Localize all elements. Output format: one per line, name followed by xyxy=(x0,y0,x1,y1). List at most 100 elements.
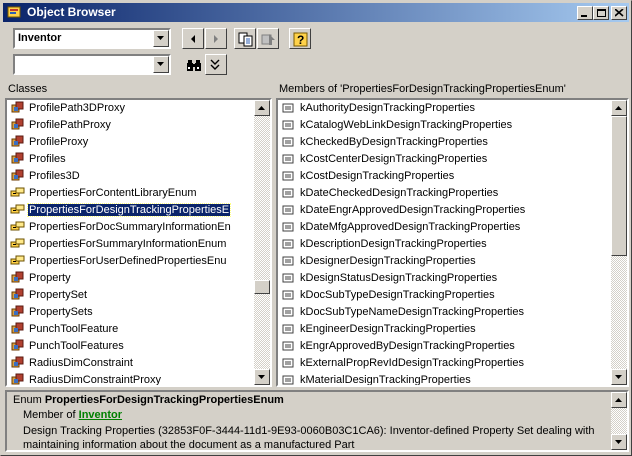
scroll-down-button[interactable] xyxy=(254,369,270,385)
member-list-item[interactable]: kCostDesignTrackingProperties xyxy=(278,168,611,185)
class-icon xyxy=(10,135,26,149)
maximize-button[interactable] xyxy=(593,6,609,20)
search-button[interactable] xyxy=(182,54,204,75)
scroll-up-button[interactable] xyxy=(611,392,627,408)
scroll-down-button[interactable] xyxy=(611,369,627,385)
class-list-item-label: Profiles xyxy=(29,153,66,165)
member-list-item[interactable]: kDesignerDesignTrackingProperties xyxy=(278,253,611,270)
class-icon xyxy=(10,288,26,302)
member-list-item-label: kDateEngrApprovedDesignTrackingPropertie… xyxy=(300,204,526,216)
class-list-item[interactable]: Profiles3D xyxy=(7,168,254,185)
close-icon xyxy=(615,9,624,17)
library-dropdown-value: Inventor xyxy=(18,32,62,44)
member-list-item[interactable]: kMaterialDesignTrackingProperties xyxy=(278,372,611,385)
details-pane: Enum PropertiesForDesignTrackingProperti… xyxy=(5,390,629,452)
class-list-item-label: RadiusDimConstraintProxy xyxy=(29,374,162,385)
class-list-item[interactable]: PunchToolFeature xyxy=(7,321,254,338)
scroll-down-button[interactable] xyxy=(611,434,627,450)
class-icon xyxy=(10,118,26,132)
member-list-item-label: kCostDesignTrackingProperties xyxy=(300,170,455,182)
member-list-item-label: kDateMfgApprovedDesignTrackingProperties xyxy=(300,221,521,233)
class-list-item-label: PropertiesForDesignTrackingPropertiesE xyxy=(26,203,232,217)
class-list-item[interactable]: RadiusDimConstraintProxy xyxy=(7,372,254,385)
library-dropdown-button[interactable] xyxy=(153,30,169,47)
class-list-item[interactable]: PropertiesForSummaryInformationEnum xyxy=(7,236,254,253)
member-list-item[interactable]: kDocSubTypeNameDesignTrackingProperties xyxy=(278,304,611,321)
member-list-item[interactable]: kExternalPropRevIdDesignTrackingProperti… xyxy=(278,355,611,372)
class-list-item[interactable]: Property xyxy=(7,270,254,287)
member-list-item[interactable]: kEngineerDesignTrackingProperties xyxy=(278,321,611,338)
library-dropdown[interactable]: Inventor xyxy=(13,28,171,49)
details-member-of-link[interactable]: Inventor xyxy=(79,409,122,421)
class-list-item[interactable]: PropertiesForDesignTrackingPropertiesE xyxy=(7,202,254,219)
members-list[interactable]: kAuthorityDesignTrackingProperties kCatal… xyxy=(276,98,629,387)
chevron-down-icon xyxy=(615,440,622,444)
member-list-item[interactable]: kCostCenterDesignTrackingProperties xyxy=(278,151,611,168)
member-list-item-label: kEngineerDesignTrackingProperties xyxy=(300,323,476,335)
class-list-item[interactable]: Profiles xyxy=(7,151,254,168)
member-list-item-label: kCostCenterDesignTrackingProperties xyxy=(300,153,488,165)
go-forward-button[interactable] xyxy=(205,28,227,49)
enum-member-icon xyxy=(281,169,297,183)
class-list-item[interactable]: RadiusDimConstraint xyxy=(7,355,254,372)
scroll-thumb[interactable] xyxy=(611,116,627,256)
scroll-up-button[interactable] xyxy=(254,100,270,116)
class-list-item[interactable]: ProfileProxy xyxy=(7,134,254,151)
view-definition-button[interactable] xyxy=(257,28,279,49)
scroll-thumb[interactable] xyxy=(254,280,270,294)
class-icon xyxy=(10,152,26,166)
class-list-item-label: ProfileProxy xyxy=(29,136,89,148)
go-back-button[interactable] xyxy=(182,28,204,49)
details-scrollbar[interactable] xyxy=(611,392,627,450)
class-list-item[interactable]: PropertySet xyxy=(7,287,254,304)
member-list-item[interactable]: kDateMfgApprovedDesignTrackingProperties xyxy=(278,219,611,236)
minimize-button[interactable] xyxy=(577,6,593,20)
enum-member-icon xyxy=(281,220,297,234)
chevron-up-icon xyxy=(258,106,265,110)
class-list-item[interactable]: PunchToolFeatures xyxy=(7,338,254,355)
show-search-results-button[interactable] xyxy=(205,54,227,75)
member-list-item[interactable]: kDocSubTypeDesignTrackingProperties xyxy=(278,287,611,304)
copy-icon xyxy=(238,32,253,47)
member-list-item-label: kAuthorityDesignTrackingProperties xyxy=(300,102,476,114)
search-dropdown[interactable] xyxy=(13,54,171,75)
member-list-item[interactable]: kEngrApprovedByDesignTrackingProperties xyxy=(278,338,611,355)
object-browser-window: Object Browser Inventor ? Classes Profil… xyxy=(0,0,632,456)
class-list-item[interactable]: ProfilePathProxy xyxy=(7,117,254,134)
enum-icon xyxy=(10,237,26,251)
details-description: Design Tracking Properties (32853F0F-344… xyxy=(23,425,595,451)
class-list-item[interactable]: PropertiesForContentLibraryEnum xyxy=(7,185,254,202)
member-list-item-label: kDesignerDesignTrackingProperties xyxy=(300,255,476,267)
class-list-item[interactable]: PropertiesForDocSummaryInformationEn xyxy=(7,219,254,236)
classes-list[interactable]: ProfilePath3DProxy ProfilePathProxy Profil… xyxy=(5,98,272,387)
enum-member-icon xyxy=(281,305,297,319)
member-list-item[interactable]: kCatalogWebLinkDesignTrackingProperties xyxy=(278,117,611,134)
chevron-down-icon xyxy=(615,375,622,379)
classes-scrollbar[interactable] xyxy=(254,100,270,385)
class-list-item[interactable]: PropertiesForUserDefinedPropertiesEnu xyxy=(7,253,254,270)
member-list-item[interactable]: kDateCheckedDesignTrackingProperties xyxy=(278,185,611,202)
members-scrollbar[interactable] xyxy=(611,100,627,385)
close-button[interactable] xyxy=(611,6,627,20)
member-list-item[interactable]: kAuthorityDesignTrackingProperties xyxy=(278,100,611,117)
class-icon xyxy=(10,271,26,285)
member-list-item[interactable]: kDateEngrApprovedDesignTrackingPropertie… xyxy=(278,202,611,219)
member-list-item[interactable]: kCheckedByDesignTrackingProperties xyxy=(278,134,611,151)
scroll-up-button[interactable] xyxy=(611,100,627,116)
class-list-item[interactable]: ProfilePath3DProxy xyxy=(7,100,254,117)
member-list-item-label: kCheckedByDesignTrackingProperties xyxy=(300,136,488,148)
help-button[interactable]: ? xyxy=(289,28,311,49)
class-list-item-label: PropertySets xyxy=(29,306,93,318)
title-bar[interactable]: Object Browser xyxy=(3,3,629,22)
class-list-item-label: PropertiesForContentLibraryEnum xyxy=(29,187,197,199)
member-list-item[interactable]: kDescriptionDesignTrackingProperties xyxy=(278,236,611,253)
class-list-item-label: Property xyxy=(29,272,71,284)
class-list-item-label: PunchToolFeatures xyxy=(29,340,124,352)
search-dropdown-button[interactable] xyxy=(153,56,169,73)
member-list-item[interactable]: kDesignStatusDesignTrackingProperties xyxy=(278,270,611,287)
copy-to-clipboard-button[interactable] xyxy=(234,28,256,49)
class-list-item[interactable]: PropertySets xyxy=(7,304,254,321)
class-list-item-label: PropertiesForUserDefinedPropertiesEnu xyxy=(29,255,227,267)
members-rows: kAuthorityDesignTrackingProperties kCatal… xyxy=(278,100,611,385)
members-header: Members of 'PropertiesForDesignTrackingP… xyxy=(276,82,629,98)
